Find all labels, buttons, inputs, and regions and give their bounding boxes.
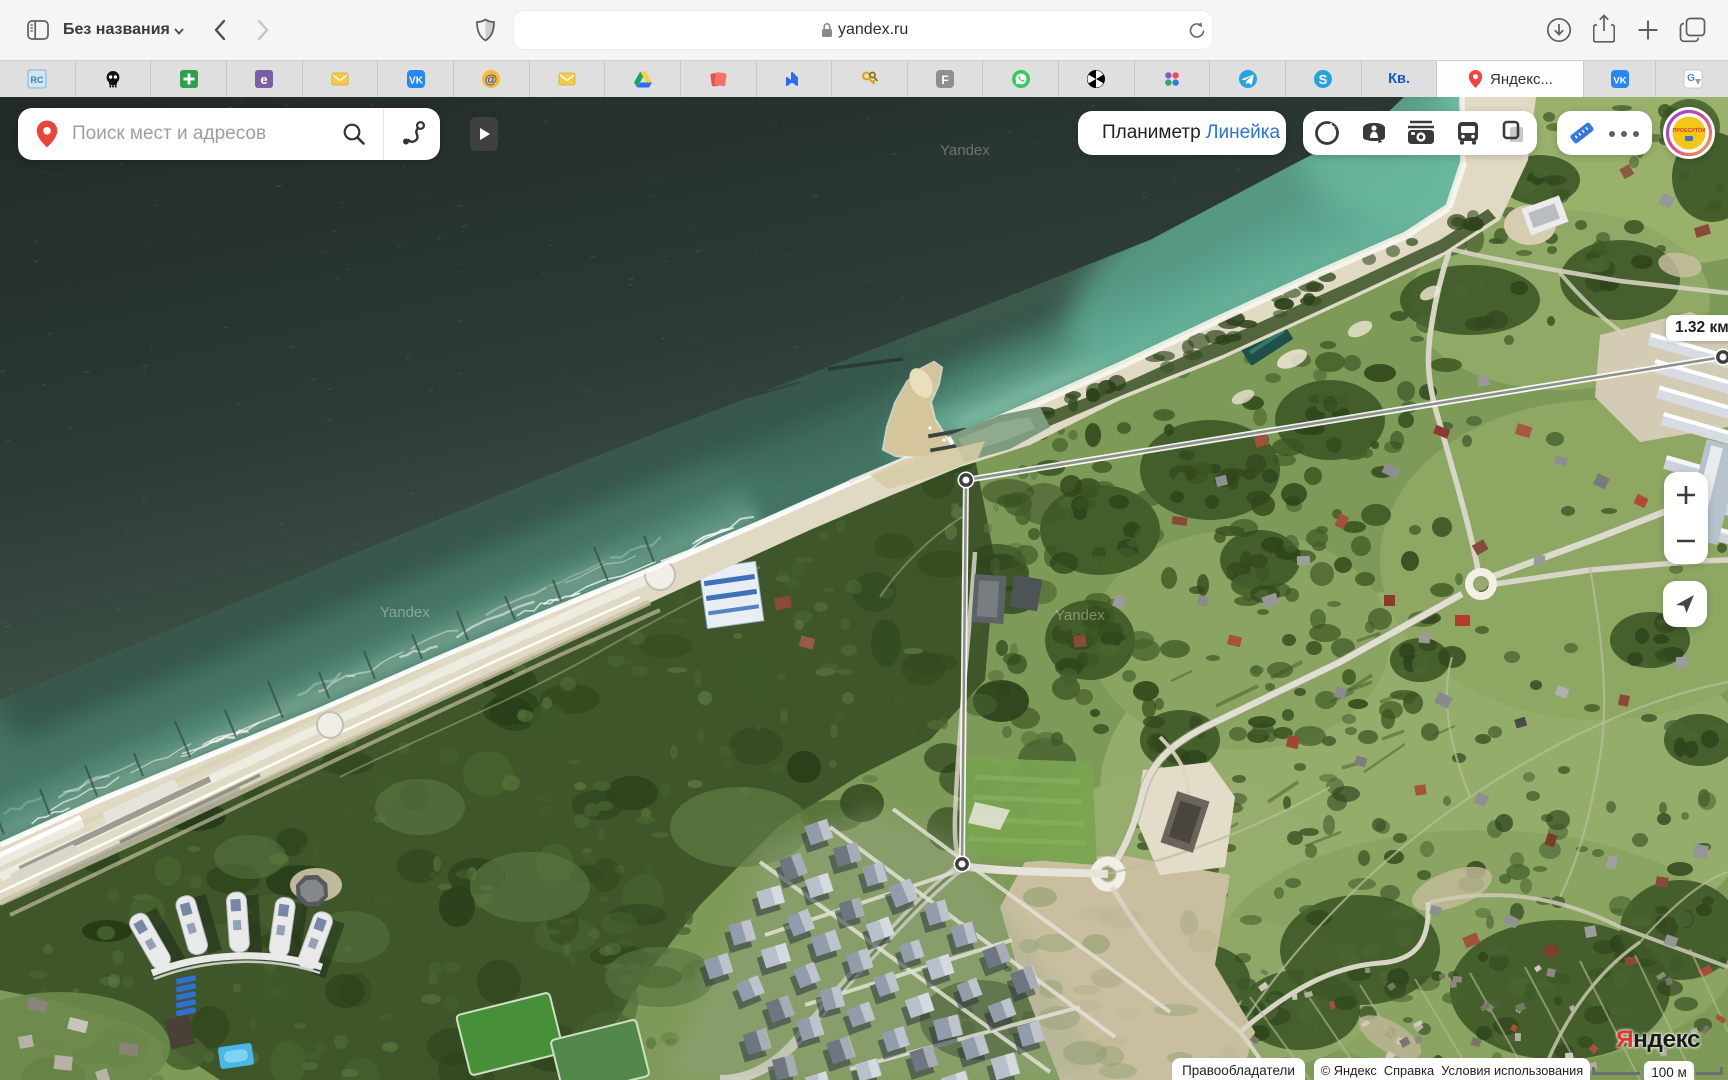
svg-text:ПРОЕСУТОК: ПРОЕСУТОК bbox=[1672, 128, 1706, 134]
svg-text:Yandex: Yandex bbox=[1055, 607, 1105, 624]
svg-text:VK: VK bbox=[409, 76, 424, 87]
svg-text:e: e bbox=[261, 72, 268, 87]
svg-text:F: F bbox=[941, 73, 948, 87]
svg-text:Yandex: Yandex bbox=[940, 142, 990, 159]
svg-text:RC: RC bbox=[31, 75, 44, 85]
svg-text:VK: VK bbox=[1613, 76, 1626, 87]
svg-text:Yandex: Yandex bbox=[380, 604, 430, 621]
svg-text:@: @ bbox=[485, 72, 498, 87]
svg-text:S: S bbox=[1319, 72, 1328, 87]
svg-text:G: G bbox=[1687, 73, 1695, 84]
